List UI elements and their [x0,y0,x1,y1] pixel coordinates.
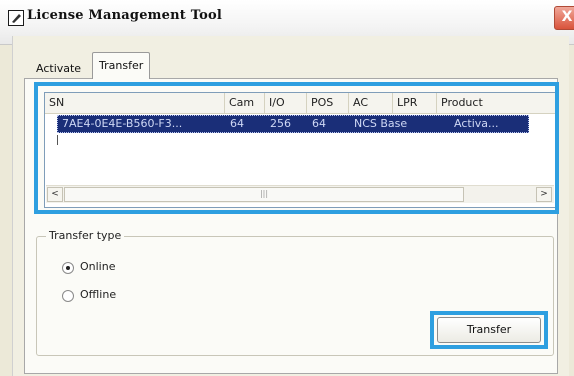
offline-radio-label[interactable]: Offline [80,288,116,301]
window-title: License Management Tool [27,8,222,23]
close-button[interactable]: X [554,6,574,30]
list-highlight-box [34,82,559,214]
license-management-window: License Management Tool X Activate Trans… [0,0,574,376]
offline-radio[interactable] [62,290,74,302]
online-radio-label[interactable]: Online [80,260,115,273]
online-radio[interactable] [62,262,74,274]
app-icon [8,10,24,26]
transfer-button-highlight [430,311,548,349]
tab-activate[interactable]: Activate [32,59,85,79]
tab-transfer[interactable]: Transfer [92,52,151,79]
transfer-type-label: Transfer type [46,229,125,242]
